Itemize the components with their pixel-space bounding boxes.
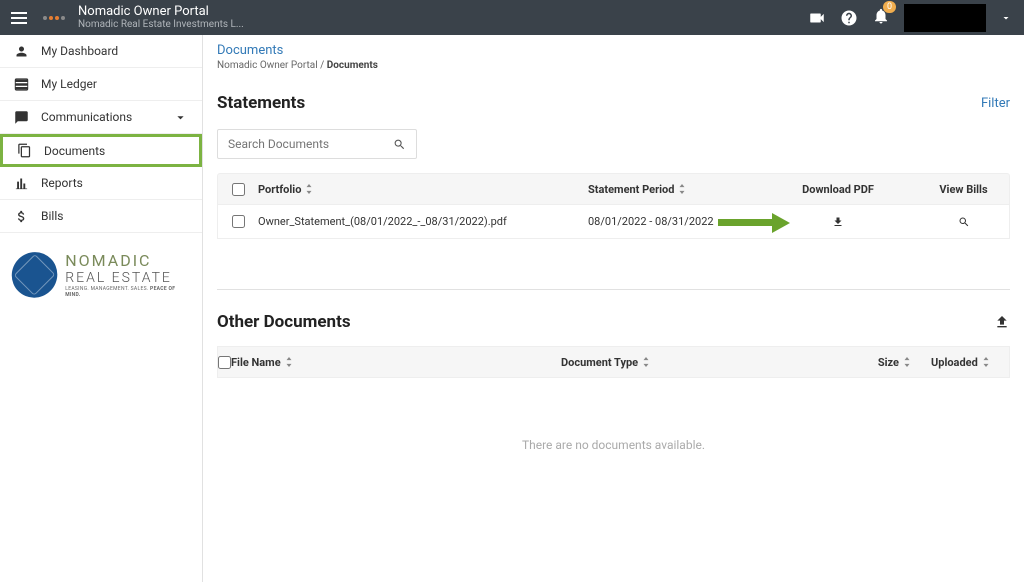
sort-icon: [642, 357, 650, 367]
chevron-down-icon[interactable]: [1000, 12, 1012, 24]
sidebar-item-documents[interactable]: Documents: [0, 134, 202, 167]
sidebar-label: Communications: [41, 110, 132, 124]
sidebar-label: Reports: [41, 176, 83, 190]
select-all-checkbox[interactable]: [232, 183, 245, 196]
copy-icon: [17, 143, 32, 158]
header-titles: Nomadic Owner Portal Nomadic Real Estate…: [78, 5, 244, 30]
sort-icon: [982, 357, 990, 367]
app-subtitle: Nomadic Real Estate Investments L...: [78, 19, 244, 30]
sidebar-item-bills[interactable]: Bills: [0, 200, 202, 233]
video-icon[interactable]: [808, 9, 826, 27]
help-icon[interactable]: [840, 9, 858, 27]
annotation-arrow: [718, 213, 792, 231]
user-icon: [14, 44, 29, 59]
sort-icon: [305, 184, 313, 194]
hamburger-icon: [11, 12, 27, 24]
empty-message: There are no documents available.: [217, 378, 1010, 482]
upload-icon[interactable]: [994, 314, 1010, 330]
select-all-checkbox[interactable]: [218, 356, 231, 369]
table-header: Portfolio Statement Period Download PDF …: [217, 173, 1010, 205]
breadcrumb-link[interactable]: Documents: [217, 43, 1010, 58]
sidebar-item-ledger[interactable]: My Ledger: [0, 68, 202, 101]
search-icon[interactable]: [393, 138, 406, 151]
col-uploaded[interactable]: Uploaded: [931, 356, 1020, 369]
sidebar-label: Bills: [41, 209, 63, 223]
sort-icon: [903, 357, 911, 367]
company-logo: NOMADIC REAL ESTATE LEASING. MANAGEMENT.…: [0, 233, 202, 316]
col-doctype[interactable]: Document Type: [561, 356, 781, 369]
view-icon[interactable]: [958, 216, 970, 228]
dollar-icon: [14, 209, 29, 224]
breadcrumb-path: Nomadic Owner Portal / Documents: [217, 60, 1010, 71]
search-input[interactable]: [228, 137, 393, 151]
sidebar: My Dashboard My Ledger Communications Do…: [0, 35, 203, 582]
col-filename[interactable]: File Name: [231, 356, 561, 369]
col-bills: View Bills: [918, 183, 1009, 196]
other-docs-table: File Name Document Type Size Uploaded Th…: [203, 346, 1024, 482]
top-header: Nomadic Owner Portal Nomadic Real Estate…: [0, 0, 1024, 35]
breadcrumb: Documents Nomadic Owner Portal / Documen…: [203, 35, 1024, 75]
logo-text: NOMADIC REAL ESTATE LEASING. MANAGEMENT.…: [65, 251, 190, 298]
logo-line2: REAL ESTATE: [65, 270, 190, 286]
notification-badge: 0: [883, 1, 896, 13]
row-checkbox[interactable]: [232, 215, 245, 228]
col-size[interactable]: Size: [781, 356, 931, 369]
sidebar-item-reports[interactable]: Reports: [0, 167, 202, 200]
sort-icon: [678, 184, 686, 194]
cell-bills: [918, 216, 1009, 228]
col-period[interactable]: Statement Period: [588, 183, 758, 196]
statements-title: Statements: [217, 93, 305, 113]
menu-toggle[interactable]: [0, 0, 38, 35]
sidebar-item-dashboard[interactable]: My Dashboard: [0, 35, 202, 68]
table-header: File Name Document Type Size Uploaded: [217, 346, 1010, 378]
download-icon[interactable]: [832, 216, 844, 228]
logo-badge-icon: [2, 242, 67, 307]
main-content: Documents Nomadic Owner Portal / Documen…: [203, 35, 1024, 582]
logo-tagline: LEASING. MANAGEMENT. SALES. PEACE OF MIN…: [65, 286, 190, 298]
other-docs-title: Other Documents: [217, 312, 351, 332]
notifications[interactable]: 0: [872, 7, 890, 29]
sort-icon: [285, 357, 293, 367]
header-actions: 0: [808, 4, 1024, 32]
statements-table: Portfolio Statement Period Download PDF …: [217, 173, 1010, 239]
user-menu[interactable]: [904, 4, 986, 32]
filter-link[interactable]: Filter: [981, 96, 1010, 111]
comment-icon: [14, 110, 29, 125]
ledger-icon: [14, 77, 29, 92]
app-title: Nomadic Owner Portal: [78, 5, 244, 19]
col-portfolio[interactable]: Portfolio: [258, 183, 588, 196]
search-box[interactable]: [217, 129, 417, 159]
other-docs-header: Other Documents: [203, 290, 1024, 346]
logo-line1: NOMADIC: [65, 251, 190, 270]
brand-dots-icon: [42, 9, 70, 27]
sidebar-label: My Dashboard: [41, 44, 118, 58]
sidebar-label: My Ledger: [41, 77, 97, 91]
col-download: Download PDF: [758, 183, 918, 196]
chart-icon: [14, 176, 29, 191]
table-row: Owner_Statement_(08/01/2022_-_08/31/2022…: [217, 205, 1010, 239]
sidebar-item-communications[interactable]: Communications: [0, 101, 202, 134]
statements-section: Statements Filter Portfolio Statement Pe…: [203, 75, 1024, 249]
cell-portfolio: Owner_Statement_(08/01/2022_-_08/31/2022…: [258, 215, 588, 228]
sidebar-label: Documents: [44, 144, 105, 158]
chevron-down-icon: [173, 110, 188, 125]
